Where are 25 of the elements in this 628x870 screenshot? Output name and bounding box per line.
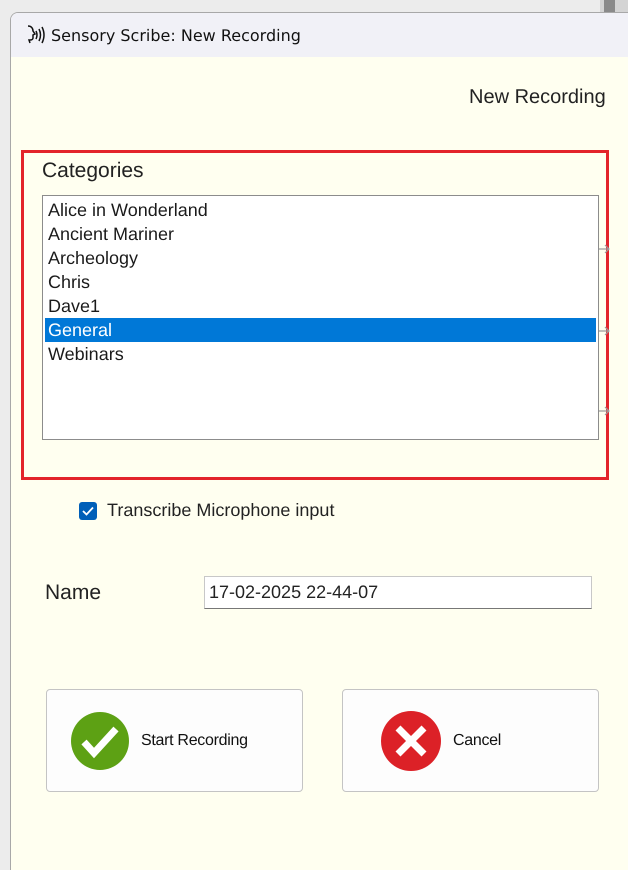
transcribe-checkbox[interactable]	[79, 502, 97, 520]
cancel-button[interactable]: Cancel	[342, 689, 599, 792]
category-item[interactable]: General	[45, 318, 596, 342]
arrow-icon	[599, 325, 611, 337]
category-item[interactable]: Alice in Wonderland	[45, 198, 596, 222]
category-item[interactable]: Ancient Mariner	[45, 222, 596, 246]
category-item[interactable]: Archeology	[45, 246, 596, 270]
app-icon	[25, 24, 45, 46]
category-item[interactable]: Dave1	[45, 294, 596, 318]
close-icon	[381, 710, 441, 770]
form-heading: New Recording	[469, 86, 606, 109]
arrow-icon	[599, 243, 611, 255]
check-icon	[82, 506, 94, 516]
categories-label: Categories	[42, 159, 144, 183]
check-icon	[71, 712, 129, 770]
transcribe-label: Transcribe Microphone input	[107, 500, 334, 521]
window-title: Sensory Scribe: New Recording	[51, 26, 301, 44]
name-field[interactable]: 17-02-2025 22-44-07	[204, 576, 592, 609]
category-list[interactable]: Alice in Wonderland Ancient Mariner Archeology Chris Dave1 General Webinars	[42, 195, 599, 440]
start-recording-button[interactable]: Start Recording	[46, 689, 303, 792]
category-item[interactable]: Webinars	[45, 342, 596, 366]
arrow-icon	[599, 405, 611, 417]
category-item[interactable]: Chris	[45, 270, 596, 294]
background-window-edge	[600, 0, 628, 12]
name-label: Name	[45, 580, 102, 604]
